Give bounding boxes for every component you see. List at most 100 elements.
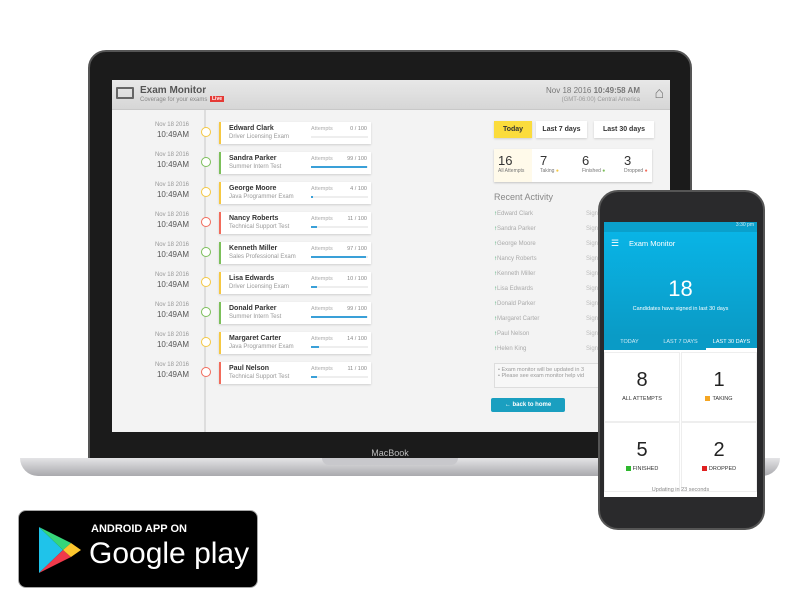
status-dot [201,277,211,287]
status-dot [201,217,211,227]
attempts-progress [311,376,368,378]
stat-value: 3 [624,153,632,168]
candidate-card[interactable]: Margaret Carter Java Programmer Exam Att… [219,332,371,354]
phone-tabs: TODAY LAST 7 DAYS LAST 30 DAYS [604,336,757,350]
row-time: 10:49AM [156,220,189,229]
candidate-name: Kenneth Miller [229,245,278,252]
timeline-row[interactable]: Nov 18 2016 10:49AM Lisa Edwards Driver … [112,272,372,296]
row-date: Nov 18 2016 [154,272,189,278]
stat-all-attempts: 16 All Attempts [494,149,532,182]
status-square [705,396,711,402]
activity-item: ↑George Moore [494,241,536,247]
activity-status: Sign [586,316,599,322]
info-notes: • Exam monitor will be updated in 3 • Pl… [494,363,604,388]
app-header: Exam Monitor Coverage for your exams Liv… [112,80,670,110]
app-subtitle: Coverage for your exams [140,97,208,103]
badge-main-text: Google play [89,537,250,570]
stat-taking: 7 Taking ● [536,149,574,182]
candidate-name: Paul Nelson [229,365,270,372]
google-play-badge[interactable]: ANDROID APP ON Google play [18,510,258,588]
filter-today[interactable]: Today [494,121,532,138]
phone-title: Exam Monitor [629,239,676,248]
timeline-row[interactable]: Nov 18 2016 10:49AM Kenneth Miller Sales… [112,242,372,266]
attempts-label: Attempts [311,306,333,312]
activity-status: Sign [586,286,599,292]
candidate-card[interactable]: Sandra Parker Summer Intern Test Attempt… [219,152,371,174]
attempts-label: Attempts [311,186,333,192]
candidate-card[interactable]: Paul Nelson Technical Support Test Attem… [219,362,371,384]
timezone: (GMT-06:00) Central America [561,97,640,103]
status-dot [201,307,211,317]
activity-status: Sign [586,241,599,247]
recent-activity-title: Recent Activity [494,192,554,202]
timeline-row[interactable]: Nov 18 2016 10:49AM Donald Parker Summer… [112,302,372,326]
activity-status: Sign [586,331,599,337]
row-date: Nov 18 2016 [154,362,189,368]
candidate-name: Donald Parker [229,305,277,312]
attempts-value: 14 / 100 [347,336,367,342]
home-icon[interactable]: ⌂ [654,86,664,102]
exam-name: Java Programmer Exam [229,194,294,200]
candidate-card[interactable]: Donald Parker Summer Intern Test Attempt… [219,302,371,324]
exam-name: Driver Licensing Exam [229,284,290,290]
cell-label: ALL ATTEMPTS [622,396,662,402]
status-dot [201,247,211,257]
exam-name: Technical Support Test [229,224,290,230]
candidate-card[interactable]: Nancy Roberts Technical Support Test Att… [219,212,371,234]
candidate-name: Edward Clark [229,125,274,132]
timeline-row[interactable]: Nov 18 2016 10:49AM Margaret Carter Java… [112,332,372,356]
exam-name: Summer Intern Test [229,164,282,170]
activity-status: Sign [586,211,599,217]
row-time: 10:49AM [156,130,189,139]
attempts-progress [311,226,368,228]
exam-name: Technical Support Test [229,374,290,380]
candidate-name: Margaret Carter [229,335,282,342]
exam-name: Sales Professional Exam [229,254,296,260]
tab-last-30-days[interactable]: LAST 30 DAYS [706,339,757,350]
row-date: Nov 18 2016 [154,182,189,188]
row-time: 10:49AM [156,160,189,169]
phone-count-label: Candidates have signed in last 30 days [632,306,729,312]
stat-dropped: 3 Dropped ● [620,149,658,182]
tab-today[interactable]: TODAY [604,339,655,345]
badge-top-text: ANDROID APP ON [91,523,187,535]
cell-value: 2 [713,439,725,461]
attempts-value: 99 / 100 [347,156,367,162]
filter-last-30-days[interactable]: Last 30 days [594,121,654,138]
attempts-progress [311,166,368,168]
timeline-row[interactable]: Nov 18 2016 10:49AM Paul Nelson Technica… [112,362,372,386]
activity-item: ↑Edward Clark [494,211,534,217]
live-badge: Live [210,96,225,102]
activity-status: Sign [586,256,599,262]
candidate-name: Nancy Roberts [229,215,279,222]
status-dot: ● [644,168,648,174]
cell-value: 8 [636,369,648,391]
menu-icon[interactable]: ☰ [611,238,619,249]
timeline-row[interactable]: Nov 18 2016 10:49AM George Moore Java Pr… [112,182,372,206]
candidate-card[interactable]: George Moore Java Programmer Exam Attemp… [219,182,371,204]
candidate-card[interactable]: Lisa Edwards Driver Licensing Exam Attem… [219,272,371,294]
activity-status: Sign [586,271,599,277]
back-label: back to home [512,402,552,408]
filter-last-7-days[interactable]: Last 7 days [536,121,587,138]
attempts-value: 4 / 100 [350,186,367,192]
attempts-label: Attempts [311,366,333,372]
timeline-row[interactable]: Nov 18 2016 10:49AM Sandra Parker Summer… [112,152,372,176]
tab-last-7-days[interactable]: LAST 7 DAYS [655,339,706,345]
stat-value: 16 [498,153,513,168]
activity-status: Sign [586,346,599,352]
date: Nov 18 2016 [546,86,592,95]
row-date: Nov 18 2016 [154,122,189,128]
candidate-card[interactable]: Edward Clark Driver Licensing Exam Attem… [219,122,371,144]
row-date: Nov 18 2016 [154,302,189,308]
stat-label: Finished [582,168,601,174]
timeline-row[interactable]: Nov 18 2016 10:49AM Edward Clark Driver … [112,122,372,146]
phone-status-bar: 3:30 pm [604,222,757,232]
attempts-progress [311,316,368,318]
candidate-card[interactable]: Kenneth Miller Sales Professional Exam A… [219,242,371,264]
back-to-home-button[interactable]: ← back to home [491,398,565,412]
candidate-name: Sandra Parker [229,155,277,162]
status-dot [201,157,211,167]
timeline-row[interactable]: Nov 18 2016 10:49AM Nancy Roberts Techni… [112,212,372,236]
phone-footer: Updating in 23 seconds [651,487,710,493]
